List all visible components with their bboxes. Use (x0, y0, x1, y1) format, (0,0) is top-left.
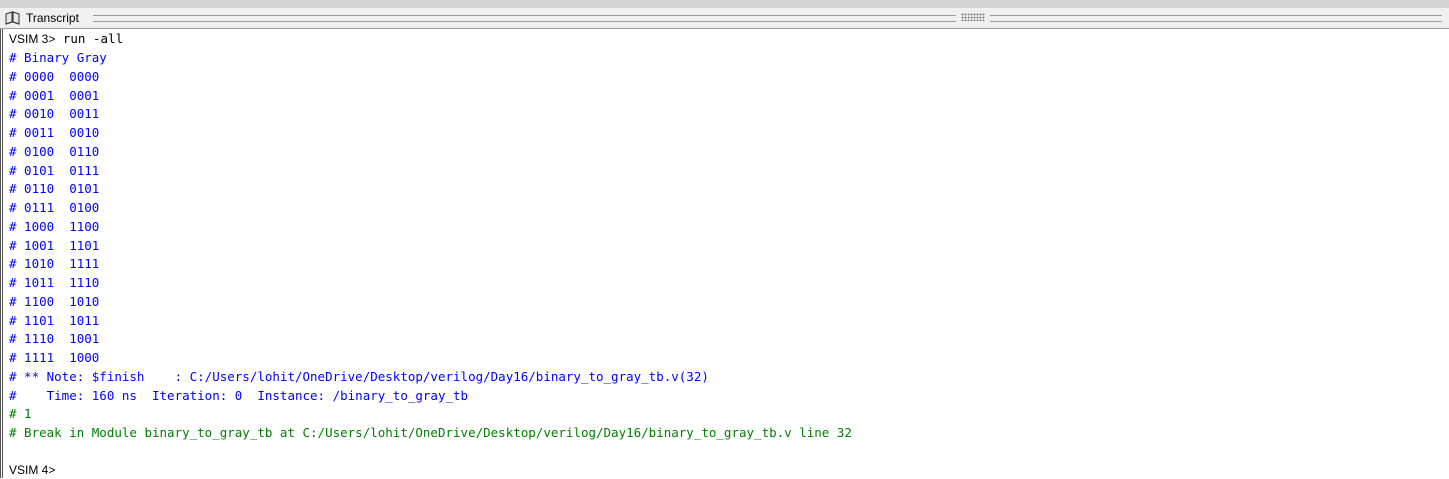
result-line: # 1 (9, 406, 32, 421)
transcript-book-icon (5, 11, 20, 25)
command-text: run -all (55, 31, 124, 46)
output-row: # 0011 0010 (9, 125, 100, 140)
output-row: # 1011 1110 (9, 275, 100, 290)
command-line-2[interactable]: VSIM 4> (9, 461, 55, 479)
vsim-prompt: VSIM 4> (9, 463, 56, 477)
output-row: # 1100 1010 (9, 294, 100, 309)
output-row: # 1010 1111 (9, 256, 100, 271)
command-line-1: VSIM 3> run -all (9, 30, 123, 48)
transcript-titlebar[interactable]: Transcript (0, 8, 1449, 29)
finish-note: # ** Note: $finish : C:/Users/lohit/OneD… (9, 369, 709, 384)
output-row: # 1101 1011 (9, 313, 100, 328)
output-header: # Binary Gray (9, 50, 107, 65)
drag-grip-right[interactable] (990, 15, 1442, 22)
output-row: # 0010 0011 (9, 106, 100, 121)
panel-title: Transcript (26, 11, 79, 25)
output-row: # 1000 1100 (9, 219, 100, 234)
output-row: # 0101 0111 (9, 163, 100, 178)
output-row: # 1110 1001 (9, 331, 100, 346)
vsim-prompt: VSIM 3> (9, 32, 56, 46)
transcript-console[interactable]: VSIM 3> run -all # Binary Gray # 0000 00… (0, 29, 1449, 478)
output-row: # 1111 1000 (9, 350, 100, 365)
output-row: # 0100 0110 (9, 144, 100, 159)
break-message: # Break in Module binary_to_gray_tb at C… (9, 425, 852, 440)
output-row: # 0000 0000 (9, 69, 100, 84)
output-row: # 0111 0100 (9, 200, 100, 215)
output-row: # 1001 1101 (9, 238, 100, 253)
drag-grip-left[interactable] (93, 15, 956, 22)
output-row: # 0001 0001 (9, 88, 100, 103)
output-row: # 0110 0101 (9, 181, 100, 196)
finish-note-detail: # Time: 160 ns Iteration: 0 Instance: /b… (9, 388, 469, 403)
drag-handle-icon[interactable] (961, 13, 985, 21)
